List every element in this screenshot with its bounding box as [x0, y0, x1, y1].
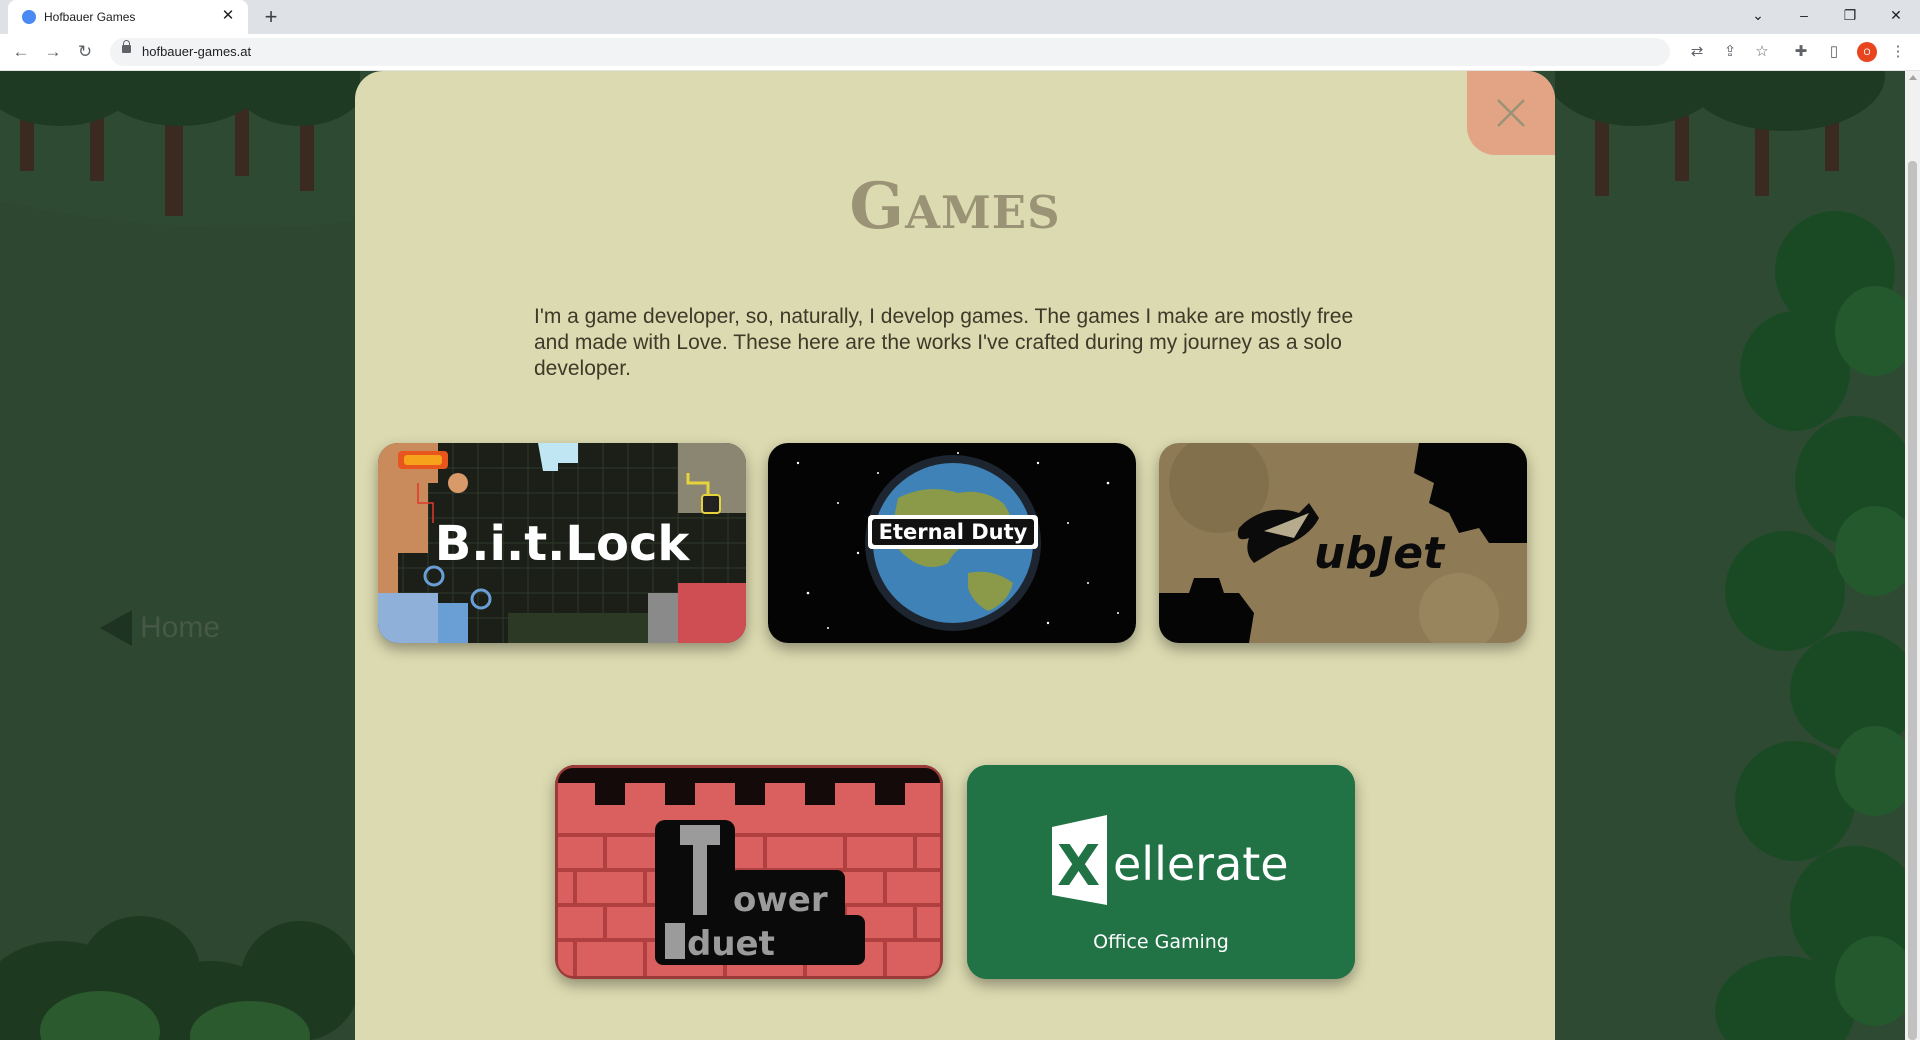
- home-link[interactable]: Home: [100, 608, 220, 648]
- forest-background-right: [1555, 71, 1905, 1040]
- game-card-tower-duet[interactable]: ower duet: [555, 765, 943, 979]
- browser-tab[interactable]: Hofbauer Games ✕: [8, 0, 248, 34]
- intro-text: I'm a game developer, so, naturally, I d…: [534, 305, 1354, 380]
- side-panel-icon[interactable]: ▯: [1822, 40, 1846, 64]
- tab-search-button[interactable]: ⌄: [1735, 0, 1781, 34]
- profile-avatar[interactable]: O: [1857, 42, 1877, 62]
- reload-icon[interactable]: ↻: [73, 40, 97, 64]
- url-text[interactable]: hofbauer-games.at: [142, 44, 251, 59]
- tab-close-icon[interactable]: ✕: [218, 6, 238, 26]
- minimize-button[interactable]: –: [1781, 0, 1827, 34]
- restore-button[interactable]: ❐: [1827, 0, 1873, 34]
- duet-logo-text: duet: [687, 924, 775, 964]
- xellerate-logo-letter: X: [1057, 834, 1100, 899]
- share-icon[interactable]: ⇪: [1718, 40, 1742, 64]
- star-icon[interactable]: ☆: [1750, 40, 1774, 64]
- new-tab-button[interactable]: +: [258, 4, 284, 30]
- close-icon: [1497, 99, 1525, 127]
- scroll-up-arrow-icon[interactable]: [1909, 75, 1917, 80]
- left-arrow-icon: [100, 610, 132, 646]
- game-card-subjet[interactable]: ubJet: [1159, 443, 1527, 643]
- forward-arrow-icon[interactable]: →: [41, 40, 65, 64]
- page-viewport: Home Games I'm a game developer, so, nat…: [0, 71, 1920, 1040]
- games-modal: Games I'm a game developer, so, naturall…: [355, 71, 1555, 1040]
- tower-duet-thumbnail: ower duet: [555, 765, 943, 979]
- address-bar[interactable]: hofbauer-games.at: [110, 38, 1670, 66]
- close-modal-button[interactable]: [1467, 71, 1555, 155]
- browser-tab-strip: Hofbauer Games ✕ + ⌄ – ❐ ✕: [0, 0, 1920, 34]
- lock-icon[interactable]: [122, 40, 131, 53]
- puzzle-icon[interactable]: ✚: [1789, 40, 1813, 64]
- subjet-logo-text: ubJet: [1314, 528, 1446, 579]
- bitlock-logo-text: B.i.t.Lock: [435, 516, 691, 572]
- xellerate-logo-text: ellerate: [1113, 837, 1289, 891]
- eternal-duty-logo-text: Eternal Duty: [879, 520, 1028, 544]
- window-close-button[interactable]: ✕: [1873, 0, 1919, 34]
- scrollbar-thumb[interactable]: [1908, 161, 1917, 1040]
- game-card-xellerate[interactable]: X ellerate Office Gaming: [967, 765, 1355, 979]
- home-link-label: Home: [140, 611, 221, 644]
- page-scrollbar[interactable]: [1905, 71, 1920, 1040]
- eternal-duty-thumbnail: Eternal Duty: [768, 443, 1136, 643]
- tower-logo-text: ower: [733, 880, 828, 920]
- favicon-icon: [22, 10, 36, 24]
- back-arrow-icon[interactable]: ←: [9, 40, 33, 64]
- browser-toolbar: ← → ↻ hofbauer-games.at ⇄ ⇪ ☆ ✚ ▯ O ⋮: [0, 34, 1920, 71]
- game-card-bitlock[interactable]: B.i.t.Lock: [378, 443, 746, 643]
- game-card-eternal-duty[interactable]: Eternal Duty: [768, 443, 1136, 643]
- tab-title: Hofbauer Games: [44, 10, 136, 24]
- xellerate-thumbnail: X ellerate Office Gaming: [967, 765, 1355, 979]
- bitlock-thumbnail: B.i.t.Lock: [378, 443, 746, 643]
- forest-background-left: [0, 71, 360, 1040]
- subjet-thumbnail: ubJet: [1159, 443, 1527, 643]
- translate-icon[interactable]: ⇄: [1685, 40, 1709, 64]
- kebab-menu-icon[interactable]: ⋮: [1886, 40, 1910, 64]
- xellerate-subtitle: Office Gaming: [1093, 931, 1229, 953]
- page-title: Games: [849, 169, 1061, 244]
